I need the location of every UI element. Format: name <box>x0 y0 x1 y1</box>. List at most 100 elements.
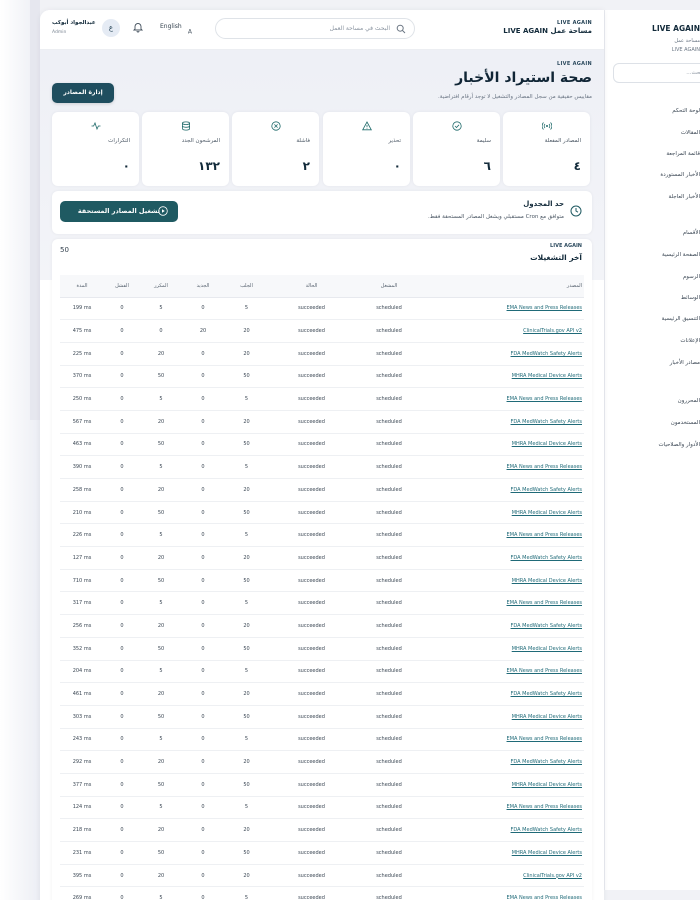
sidebar-item[interactable]: الإعلانات <box>680 338 700 344</box>
source-link[interactable]: MHRA Medical Device Alerts <box>512 578 582 584</box>
source-link[interactable]: MHRA Medical Device Alerts <box>512 782 582 788</box>
sidebar-item[interactable]: المستخدمون <box>671 420 700 426</box>
source-link-cell[interactable]: FDA MedWatch Safety Alerts <box>424 750 584 774</box>
source-link-cell[interactable]: EMA News and Press Releases <box>424 660 584 684</box>
sidebar-item[interactable]: قائمة المراجعة <box>666 151 700 157</box>
table-cell: 20 <box>224 682 269 706</box>
source-link[interactable]: MHRA Medical Device Alerts <box>512 373 582 379</box>
table-cell: scheduled <box>354 297 424 321</box>
table-row: FDA MedWatch Safety Alerts scheduled succe… <box>60 478 584 502</box>
source-link[interactable]: FDA MedWatch Safety Alerts <box>511 351 582 357</box>
table-cell: scheduled <box>354 546 424 570</box>
table-cell: 20 <box>140 614 182 638</box>
source-link[interactable]: EMA News and Press Releases <box>507 396 582 402</box>
source-link-cell[interactable]: MHRA Medical Device Alerts <box>424 773 584 797</box>
sidebar-item[interactable]: الأقسام <box>683 230 700 236</box>
source-link-cell[interactable]: ClinicalTrials.gov API v2 <box>424 319 584 343</box>
source-link-cell[interactable]: FDA MedWatch Safety Alerts <box>424 546 584 570</box>
source-link-cell[interactable]: EMA News and Press Releases <box>424 886 584 900</box>
source-link[interactable]: ClinicalTrials.gov API v2 <box>523 873 582 879</box>
source-link[interactable]: EMA News and Press Releases <box>507 736 582 742</box>
run-due-sources-button[interactable]: تشغيل المصادر المستحقة <box>60 201 178 222</box>
source-link[interactable]: EMA News and Press Releases <box>507 305 582 311</box>
source-link[interactable]: MHRA Medical Device Alerts <box>512 510 582 516</box>
table-cell: 50 <box>224 637 269 661</box>
table-cell: 5 <box>224 886 269 900</box>
source-link[interactable]: MHRA Medical Device Alerts <box>512 441 582 447</box>
source-link[interactable]: FDA MedWatch Safety Alerts <box>511 759 582 765</box>
stat-card: فاشلة ٢ <box>232 112 319 186</box>
sidebar-item[interactable]: مصادر الأخبار <box>670 360 700 366</box>
sidebar-item[interactable]: الأدوار والصلاحيات <box>658 442 700 448</box>
source-link[interactable]: FDA MedWatch Safety Alerts <box>511 827 582 833</box>
table-cell: 390 ms <box>60 455 104 479</box>
source-link[interactable]: MHRA Medical Device Alerts <box>512 714 582 720</box>
sidebar-item[interactable]: المقالات <box>681 130 700 136</box>
source-link-cell[interactable]: EMA News and Press Releases <box>424 523 584 548</box>
source-link-cell[interactable]: EMA News and Press Releases <box>424 455 584 479</box>
table-cell: scheduled <box>354 637 424 661</box>
source-link[interactable]: FDA MedWatch Safety Alerts <box>511 419 582 425</box>
sidebar-item[interactable]: التنسيق الرئيسية <box>662 316 700 322</box>
source-link-cell[interactable]: EMA News and Press Releases <box>424 591 584 616</box>
table-row: FDA MedWatch Safety Alerts scheduled succe… <box>60 546 584 570</box>
table-cell: 0 <box>182 523 224 548</box>
sidebar-item[interactable]: الوسائط <box>681 295 700 301</box>
sidebar-item[interactable]: الرسوم <box>683 274 700 280</box>
source-link-cell[interactable]: MHRA Medical Device Alerts <box>424 705 584 729</box>
table-cell: 0 <box>182 773 224 797</box>
source-link-cell[interactable]: MHRA Medical Device Alerts <box>424 501 584 525</box>
source-link[interactable]: EMA News and Press Releases <box>507 804 582 810</box>
source-link-cell[interactable]: FDA MedWatch Safety Alerts <box>424 614 584 638</box>
manage-sources-button[interactable]: إدارة المصادر <box>52 83 114 103</box>
table-cell: 0 <box>182 796 224 820</box>
source-link[interactable]: ClinicalTrials.gov API v2 <box>523 328 582 334</box>
source-link-cell[interactable]: EMA News and Press Releases <box>424 796 584 820</box>
source-link-cell[interactable]: MHRA Medical Device Alerts <box>424 841 584 865</box>
source-link[interactable]: MHRA Medical Device Alerts <box>512 646 582 652</box>
source-link-cell[interactable]: EMA News and Press Releases <box>424 387 584 411</box>
table-cell: 0 <box>182 410 224 434</box>
source-link[interactable]: FDA MedWatch Safety Alerts <box>511 623 582 629</box>
source-link[interactable]: EMA News and Press Releases <box>507 668 582 674</box>
source-link-cell[interactable]: FDA MedWatch Safety Alerts <box>424 478 584 502</box>
workspace-search[interactable]: البحث في مساحة العمل <box>215 18 415 39</box>
source-link-cell[interactable]: MHRA Medical Device Alerts <box>424 569 584 593</box>
source-link[interactable]: EMA News and Press Releases <box>507 895 582 900</box>
stat-card: التكرارات ٠ <box>52 112 139 186</box>
sidebar-item[interactable]: الأخبار العاجلة <box>668 194 700 200</box>
avatar[interactable]: ع <box>102 19 120 37</box>
source-link-cell[interactable]: FDA MedWatch Safety Alerts <box>424 818 584 842</box>
source-link-cell[interactable]: MHRA Medical Device Alerts <box>424 433 584 457</box>
recent-runs-card: LIVE AGAIN آخر التشغيلات 50 المصدر المشغل… <box>52 239 592 900</box>
play-icon <box>158 206 168 216</box>
language-toggle[interactable]: English <box>160 23 182 30</box>
sidebar-item[interactable]: لوحة التحكم <box>672 108 700 114</box>
bell-icon[interactable] <box>132 21 144 33</box>
source-link-cell[interactable]: EMA News and Press Releases <box>424 728 584 752</box>
stat-label: سليمة <box>476 138 491 144</box>
source-link[interactable]: MHRA Medical Device Alerts <box>512 850 582 856</box>
source-link-cell[interactable]: FDA MedWatch Safety Alerts <box>424 682 584 706</box>
translate-icon[interactable]: 文 A <box>186 22 198 35</box>
table-cell: 50 <box>140 773 182 797</box>
source-link[interactable]: EMA News and Press Releases <box>507 532 582 538</box>
table-cell: 0 <box>182 478 224 502</box>
source-link-cell[interactable]: MHRA Medical Device Alerts <box>424 365 584 389</box>
source-link-cell[interactable]: FDA MedWatch Safety Alerts <box>424 342 584 366</box>
source-link-cell[interactable]: MHRA Medical Device Alerts <box>424 637 584 661</box>
source-link-cell[interactable]: EMA News and Press Releases <box>424 297 584 321</box>
source-link[interactable]: FDA MedWatch Safety Alerts <box>511 487 582 493</box>
table-cell: 218 ms <box>60 818 104 842</box>
sidebar-item[interactable]: الأخبار المستوردة <box>660 172 700 178</box>
source-link[interactable]: FDA MedWatch Safety Alerts <box>511 691 582 697</box>
source-link[interactable]: EMA News and Press Releases <box>507 600 582 606</box>
source-link-cell[interactable]: FDA MedWatch Safety Alerts <box>424 410 584 434</box>
sidebar-search-input[interactable]: بحث... <box>613 63 700 83</box>
sidebar-item[interactable]: المحررون <box>678 398 700 404</box>
source-link[interactable]: FDA MedWatch Safety Alerts <box>511 555 582 561</box>
sidebar-item[interactable]: الصفحة الرئيسية <box>662 252 700 258</box>
table-cell: 5 <box>224 455 269 479</box>
source-link-cell[interactable]: ClinicalTrials.gov API v2 <box>424 864 584 888</box>
source-link[interactable]: EMA News and Press Releases <box>507 464 582 470</box>
